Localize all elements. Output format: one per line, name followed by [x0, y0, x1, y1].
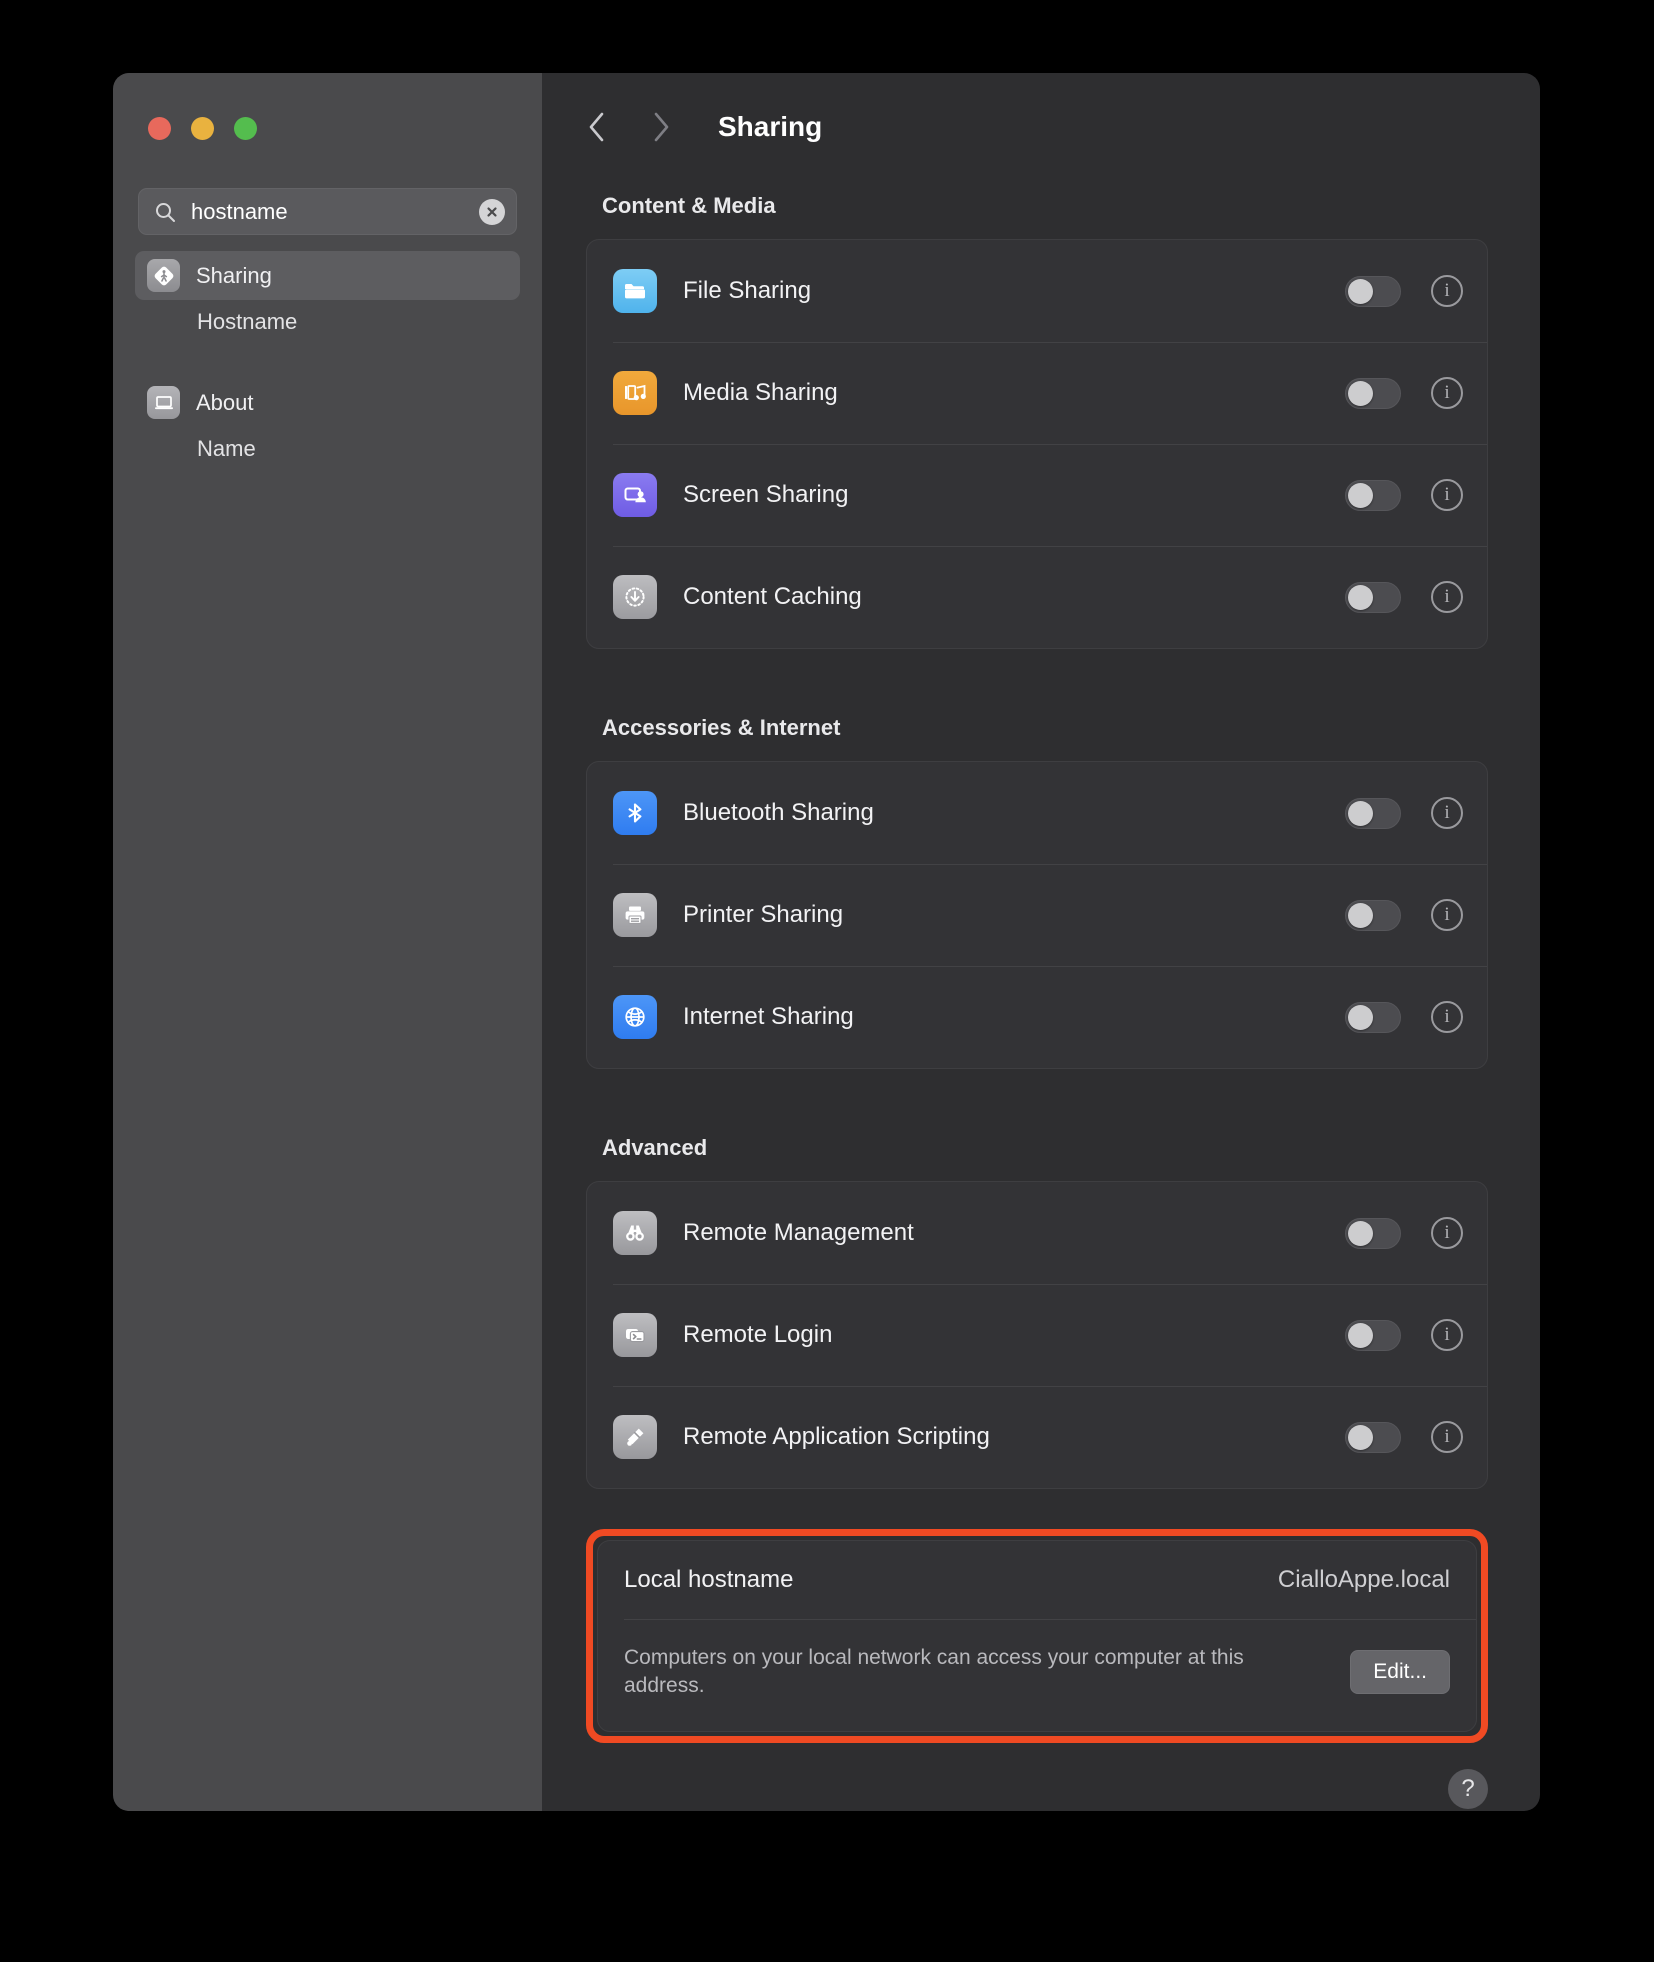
sharing-icon — [147, 259, 180, 292]
download-icon — [613, 575, 657, 619]
screen-icon — [613, 473, 657, 517]
info-button[interactable]: i — [1431, 1421, 1463, 1453]
toggle-printer-sharing[interactable] — [1345, 899, 1401, 931]
local-hostname-description: Computers on your local network can acce… — [624, 1646, 1244, 1698]
row-label: Remote Management — [683, 1219, 914, 1246]
row-label: File Sharing — [683, 277, 812, 304]
group-accessories-internet: Bluetooth Sharing i Printer Sharing i In… — [586, 761, 1488, 1069]
info-button[interactable]: i — [1431, 377, 1463, 409]
chevron-left-icon[interactable] — [586, 110, 608, 144]
close-button[interactable] — [148, 117, 171, 140]
info-button[interactable]: i — [1431, 479, 1463, 511]
globe-icon — [613, 995, 657, 1039]
search-field[interactable] — [138, 188, 517, 235]
printer-icon — [613, 893, 657, 937]
info-button[interactable]: i — [1431, 797, 1463, 829]
sidebar-list: Sharing Hostname About Name — [113, 251, 542, 471]
toggle-file-sharing[interactable] — [1345, 275, 1401, 307]
zoom-button[interactable] — [234, 117, 257, 140]
group-content-media: File Sharing i Media Sharing i Screen Sh… — [586, 239, 1488, 649]
section-heading-advanced: Advanced — [602, 1135, 708, 1160]
info-button[interactable]: i — [1431, 1217, 1463, 1249]
section-heading-content-media: Content & Media — [602, 193, 776, 218]
bluetooth-icon — [613, 791, 657, 835]
row-label: Remote Login — [683, 1321, 833, 1348]
row-remote-management[interactable]: Remote Management i — [587, 1182, 1487, 1284]
info-button[interactable]: i — [1431, 1001, 1463, 1033]
group-advanced: Remote Management i Remote Login i Remot… — [586, 1181, 1488, 1489]
about-icon — [147, 386, 180, 419]
local-hostname-label: Local hostname — [624, 1566, 794, 1593]
row-label: Media Sharing — [683, 379, 838, 406]
info-button[interactable]: i — [1431, 275, 1463, 307]
row-remote-application-scripting[interactable]: Remote Application Scripting i — [587, 1386, 1487, 1488]
settings-window: Sharing Hostname About Name — [113, 73, 1540, 1811]
row-label: Printer Sharing — [683, 901, 844, 928]
local-hostname-value: CialloAppe.local — [1277, 1566, 1450, 1593]
media-icon — [613, 371, 657, 415]
local-hostname-card: Local hostname CialloAppe.local Computer… — [597, 1540, 1477, 1732]
row-remote-login[interactable]: Remote Login i — [587, 1284, 1487, 1386]
sidebar-item-hostname[interactable]: Hostname — [135, 300, 520, 344]
binoculars-icon — [613, 1211, 657, 1255]
row-media-sharing[interactable]: Media Sharing i — [587, 342, 1487, 444]
sidebar-item-label: About — [196, 389, 254, 415]
page-title: Sharing — [718, 111, 823, 142]
sidebar-item-name[interactable]: Name — [135, 427, 520, 471]
toolbar: Sharing — [542, 73, 1540, 181]
row-label: Internet Sharing — [683, 1003, 854, 1030]
toggle-internet-sharing[interactable] — [1345, 1001, 1401, 1033]
sidebar-item-label: Hostname — [197, 309, 298, 334]
info-button[interactable]: i — [1431, 581, 1463, 613]
local-hostname-description-row: Computers on your local network can acce… — [598, 1620, 1476, 1731]
toggle-bluetooth-sharing[interactable] — [1345, 797, 1401, 829]
toggle-remote-management[interactable] — [1345, 1217, 1401, 1249]
row-printer-sharing[interactable]: Printer Sharing i — [587, 864, 1487, 966]
help-row: ? — [542, 1743, 1540, 1809]
chevron-right-icon[interactable] — [650, 110, 672, 144]
settings-content: Content & Media File Sharing i Media Sha… — [542, 193, 1540, 1743]
search-input[interactable] — [177, 198, 479, 225]
main-pane: Sharing Content & Media File Sharing i M… — [542, 73, 1540, 1811]
row-label: Bluetooth Sharing — [683, 799, 874, 826]
toggle-remote-application-scripting[interactable] — [1345, 1421, 1401, 1453]
toggle-content-caching[interactable] — [1345, 581, 1401, 613]
row-screen-sharing[interactable]: Screen Sharing i — [587, 444, 1487, 546]
search-icon — [153, 200, 177, 224]
row-file-sharing[interactable]: File Sharing i — [587, 240, 1487, 342]
sidebar-item-about[interactable]: About — [135, 378, 520, 427]
sidebar: Sharing Hostname About Name — [113, 73, 542, 1811]
clear-icon[interactable] — [479, 198, 505, 225]
row-label: Content Caching — [683, 583, 862, 610]
section-heading-accessories-internet: Accessories & Internet — [602, 715, 841, 740]
local-hostname-row: Local hostname CialloAppe.local — [598, 1541, 1476, 1619]
toggle-screen-sharing[interactable] — [1345, 479, 1401, 511]
toggle-media-sharing[interactable] — [1345, 377, 1401, 409]
edit-button[interactable]: Edit... — [1350, 1650, 1450, 1695]
info-button[interactable]: i — [1431, 899, 1463, 931]
row-label: Screen Sharing — [683, 481, 849, 508]
help-icon[interactable]: ? — [1448, 1768, 1488, 1809]
terminal-icon — [613, 1313, 657, 1357]
folder-icon — [613, 269, 657, 313]
row-internet-sharing[interactable]: Internet Sharing i — [587, 966, 1487, 1068]
highlight-annotation: Local hostname CialloAppe.local Computer… — [586, 1529, 1488, 1743]
script-icon — [613, 1415, 657, 1459]
row-content-caching[interactable]: Content Caching i — [587, 546, 1487, 648]
sidebar-item-label: Sharing — [196, 262, 272, 288]
toggle-remote-login[interactable] — [1345, 1319, 1401, 1351]
sidebar-item-sharing[interactable]: Sharing — [135, 251, 520, 300]
info-button[interactable]: i — [1431, 1319, 1463, 1351]
minimize-button[interactable] — [191, 117, 214, 140]
window-controls — [113, 73, 542, 140]
sidebar-item-label: Name — [197, 436, 256, 461]
row-label: Remote Application Scripting — [683, 1423, 990, 1450]
row-bluetooth-sharing[interactable]: Bluetooth Sharing i — [587, 762, 1487, 864]
